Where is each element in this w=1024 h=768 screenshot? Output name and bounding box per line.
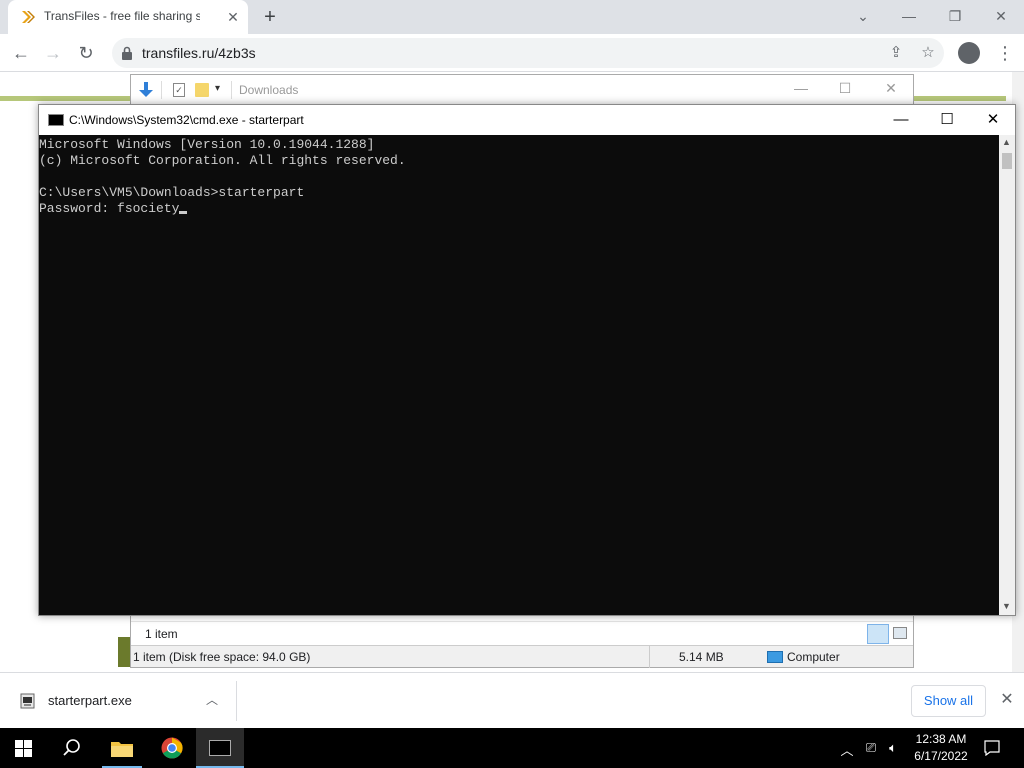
location-text: Computer — [787, 650, 840, 664]
status-divider — [649, 646, 650, 668]
cmd-titlebar[interactable]: C:\Windows\System32\cmd.exe - starterpar… — [39, 105, 1015, 135]
file-explorer-taskbar-button[interactable] — [98, 728, 146, 768]
downloads-divider — [236, 681, 237, 721]
cmd-scrollbar[interactable]: ▲ ▼ — [999, 135, 1015, 615]
download-file-name[interactable]: starterpart.exe — [48, 693, 132, 708]
downloads-bar: starterpart.exe ︿ Show all ✕ — [0, 672, 1024, 728]
scroll-down-icon[interactable]: ▼ — [1002, 601, 1011, 611]
close-downloads-icon[interactable]: ✕ — [998, 691, 1016, 709]
lock-icon — [122, 46, 132, 60]
close-window-button[interactable]: ✕ — [987, 6, 1015, 26]
chrome-taskbar-button[interactable] — [148, 728, 196, 768]
folder-icon — [111, 742, 133, 757]
notifications-icon[interactable] — [984, 740, 1000, 756]
bookmark-star-icon[interactable]: ☆ — [918, 43, 938, 63]
tab-title: TransFiles - free file sharing servi — [44, 9, 200, 23]
new-tab-button[interactable]: + — [258, 6, 282, 30]
tab-close-icon[interactable]: ✕ — [224, 8, 242, 26]
toolbar-divider — [231, 81, 232, 99]
disk-space-text: 1 item (Disk free space: 94.0 GB) — [133, 650, 311, 664]
explorer-close-button[interactable]: ✕ — [877, 80, 905, 100]
console-input-line[interactable]: Password: fsociety — [39, 201, 999, 217]
restore-button[interactable]: ❐ — [941, 6, 969, 26]
item-count: 1 item — [145, 627, 178, 641]
download-arrow-icon — [139, 82, 153, 97]
windows-start-icon[interactable] — [15, 740, 32, 757]
folder-icon[interactable] — [195, 83, 209, 97]
explorer-details-bar: 1 item (Disk free space: 94.0 GB) 5.14 M… — [131, 645, 913, 668]
tab-search-icon[interactable]: ⌄ — [849, 6, 877, 26]
console-output[interactable]: Microsoft Windows [Version 10.0.19044.12… — [39, 135, 999, 615]
cmd-title: C:\Windows\System32\cmd.exe - starterpar… — [69, 113, 304, 127]
cmd-window: C:\Windows\System32\cmd.exe - starterpar… — [38, 104, 1016, 616]
password-prompt: Password: fsociety — [39, 201, 180, 216]
explorer-minimize-button[interactable]: — — [787, 80, 815, 100]
terminal-icon — [209, 740, 231, 756]
large-icons-view-icon[interactable] — [893, 627, 907, 639]
console-line: (c) Microsoft Corporation. All rights re… — [39, 153, 406, 168]
url-text[interactable]: transfiles.ru/4zb3s — [142, 45, 256, 61]
explorer-title: Downloads — [239, 83, 299, 97]
reload-button[interactable]: ↻ — [73, 41, 99, 65]
quick-access-dropdown-icon[interactable]: ▾ — [215, 83, 220, 94]
cmd-taskbar-button[interactable] — [196, 728, 244, 768]
cmd-maximize-button[interactable]: ☐ — [925, 110, 969, 130]
chrome-icon — [161, 737, 183, 759]
share-icon[interactable]: ⇪ — [886, 43, 906, 63]
file-size-text: 5.14 MB — [679, 650, 724, 664]
tab-transfiles[interactable]: TransFiles - free file sharing servi ✕ — [8, 0, 248, 34]
explorer-status-bar: 1 item — [131, 621, 913, 645]
computer-icon — [767, 651, 783, 663]
cmd-minimize-button[interactable]: — — [879, 110, 923, 130]
cmd-icon — [48, 114, 64, 126]
console-line: Microsoft Windows [Version 10.0.19044.12… — [39, 137, 375, 152]
chrome-menu-icon[interactable]: ⋮ — [996, 42, 1014, 64]
tray-overflow-chevron-icon[interactable]: ︿ — [838, 740, 856, 759]
forward-button[interactable]: → — [40, 41, 66, 65]
cmd-close-button[interactable]: ✕ — [971, 110, 1015, 130]
back-button[interactable]: ← — [8, 41, 34, 65]
address-bar[interactable]: transfiles.ru/4zb3s ⇪ ☆ — [112, 38, 944, 68]
network-icon[interactable]: ⎚ — [862, 740, 880, 756]
console-line: C:\Users\VM5\Downloads>starterpart — [39, 185, 305, 200]
explorer-maximize-button[interactable]: ☐ — [831, 80, 859, 100]
exe-file-icon — [20, 693, 35, 709]
properties-icon[interactable]: ✓ — [173, 83, 185, 97]
chevron-up-icon[interactable]: ︿ — [204, 691, 220, 707]
clock-time: 12:38 AM — [915, 732, 967, 746]
clock-date: 6/17/2022 — [914, 749, 968, 763]
tray-clock[interactable]: 12:38 AM 6/17/2022 — [906, 731, 976, 765]
search-icon[interactable] — [63, 739, 81, 757]
taskbar: ︿ ⎚ 🔈︎ 12:38 AM 6/17/2022 — [0, 728, 1024, 768]
profile-avatar-icon[interactable] — [958, 42, 980, 64]
text-cursor — [179, 211, 188, 214]
show-all-button[interactable]: Show all — [911, 685, 986, 717]
details-view-icon[interactable] — [867, 624, 889, 644]
minimize-button[interactable]: — — [895, 6, 923, 26]
scroll-up-icon[interactable]: ▲ — [1002, 137, 1011, 147]
scroll-thumb[interactable] — [1002, 153, 1012, 169]
tab-strip: TransFiles - free file sharing servi ✕ +… — [0, 0, 1024, 34]
transfiles-favicon-icon — [22, 11, 35, 23]
explorer-titlebar[interactable]: ✓ ▾ Downloads — ☐ ✕ — [131, 75, 913, 105]
toolbar-divider — [161, 81, 162, 99]
volume-icon[interactable]: 🔈︎ — [884, 740, 902, 756]
